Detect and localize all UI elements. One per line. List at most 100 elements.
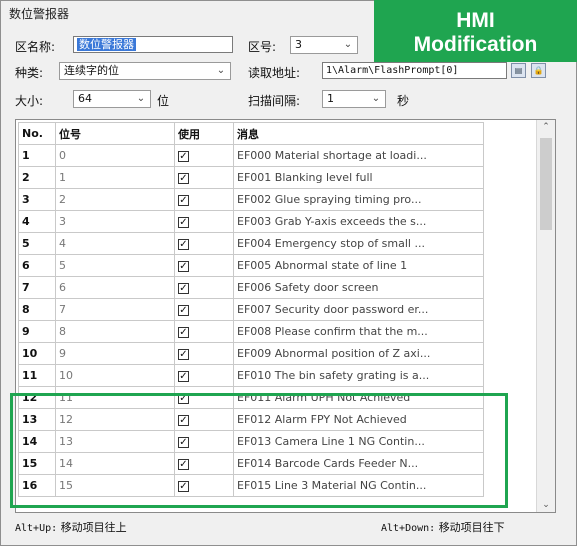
header-bit[interactable]: 位号 (55, 122, 175, 145)
lock-icon[interactable]: 🔒 (531, 63, 546, 78)
table-row[interactable]: 12 11 ✓ EF011 Alarm UPH Not Achieved (18, 386, 484, 409)
enable-cell[interactable]: ✓ (174, 276, 234, 299)
enable-cell[interactable]: ✓ (174, 232, 234, 255)
size-select[interactable]: 64 ⌄ (73, 90, 151, 108)
bit-number-cell[interactable]: 5 (55, 254, 175, 277)
enable-checkbox[interactable]: ✓ (178, 305, 189, 316)
enable-checkbox[interactable]: ✓ (178, 283, 189, 294)
type-select[interactable]: 连续字的位 ⌄ (59, 62, 231, 80)
bit-number-cell[interactable]: 14 (55, 452, 175, 475)
table-row[interactable]: 4 3 ✓ EF003 Grab Y-axis exceeds the s... (18, 210, 484, 233)
name-label: 区名称: (15, 40, 56, 54)
enable-cell[interactable]: ✓ (174, 320, 234, 343)
name-input[interactable]: 数位警报器 (73, 36, 233, 53)
table-row[interactable]: 10 9 ✓ EF009 Abnormal position of Z axi... (18, 342, 484, 365)
message-cell[interactable]: EF003 Grab Y-axis exceeds the s... (233, 210, 484, 233)
scroll-down-icon[interactable]: ⌄ (537, 500, 555, 510)
enable-checkbox[interactable]: ✓ (178, 173, 189, 184)
table-row[interactable]: 15 14 ✓ EF014 Barcode Cards Feeder N... (18, 452, 484, 475)
table-row[interactable]: 7 6 ✓ EF006 Safety door screen (18, 276, 484, 299)
enable-checkbox[interactable]: ✓ (178, 393, 189, 404)
bit-number-cell[interactable]: 2 (55, 188, 175, 211)
chevron-down-icon: ⌄ (371, 93, 381, 104)
scrollbar-thumb[interactable] (540, 138, 552, 230)
enable-cell[interactable]: ✓ (174, 342, 234, 365)
message-cell[interactable]: EF007 Security door password er... (233, 298, 484, 321)
enable-checkbox[interactable]: ✓ (178, 239, 189, 250)
enable-cell[interactable]: ✓ (174, 386, 234, 409)
enable-checkbox[interactable]: ✓ (178, 151, 189, 162)
scan-interval-select[interactable]: 1 ⌄ (322, 90, 386, 108)
bit-number-cell[interactable]: 10 (55, 364, 175, 387)
message-cell[interactable]: EF011 Alarm UPH Not Achieved (233, 386, 484, 409)
enable-cell[interactable]: ✓ (174, 430, 234, 453)
vertical-scrollbar[interactable]: ⌃ ⌄ (536, 120, 555, 512)
enable-checkbox[interactable]: ✓ (178, 217, 189, 228)
header-no[interactable]: No. (18, 122, 56, 145)
table-row[interactable]: 5 4 ✓ EF004 Emergency stop of small ... (18, 232, 484, 255)
table-row[interactable]: 11 10 ✓ EF010 The bin safety grating is a..… (18, 364, 484, 387)
message-cell[interactable]: EF014 Barcode Cards Feeder N... (233, 452, 484, 475)
enable-cell[interactable]: ✓ (174, 452, 234, 475)
enable-checkbox[interactable]: ✓ (178, 437, 189, 448)
enable-checkbox[interactable]: ✓ (178, 349, 189, 360)
enable-cell[interactable]: ✓ (174, 254, 234, 277)
message-cell[interactable]: EF005 Abnormal state of line 1 (233, 254, 484, 277)
type-select-value: 连续字的位 (64, 64, 119, 77)
table-row[interactable]: 1 0 ✓ EF000 Material shortage at loadi... (18, 144, 484, 167)
table-row[interactable]: 16 15 ✓ EF015 Line 3 Material NG Contin... (18, 474, 484, 497)
enable-cell[interactable]: ✓ (174, 188, 234, 211)
message-cell[interactable]: EF009 Abnormal position of Z axi... (233, 342, 484, 365)
table-row[interactable]: 14 13 ✓ EF013 Camera Line 1 NG Contin... (18, 430, 484, 453)
table-row[interactable]: 13 12 ✓ EF012 Alarm FPY Not Achieved (18, 408, 484, 431)
enable-cell[interactable]: ✓ (174, 144, 234, 167)
bit-number-cell[interactable]: 8 (55, 320, 175, 343)
message-cell[interactable]: EF013 Camera Line 1 NG Contin... (233, 430, 484, 453)
bit-number-cell[interactable]: 12 (55, 408, 175, 431)
zone-select[interactable]: 3 ⌄ (290, 36, 358, 54)
enable-cell[interactable]: ✓ (174, 166, 234, 189)
enable-checkbox[interactable]: ✓ (178, 195, 189, 206)
enable-checkbox[interactable]: ✓ (178, 261, 189, 272)
enable-checkbox[interactable]: ✓ (178, 481, 189, 492)
enable-cell[interactable]: ✓ (174, 298, 234, 321)
table-row[interactable]: 8 7 ✓ EF007 Security door password er... (18, 298, 484, 321)
table-row[interactable]: 3 2 ✓ EF002 Glue spraying timing pro... (18, 188, 484, 211)
enable-checkbox[interactable]: ✓ (178, 459, 189, 470)
bit-number-cell[interactable]: 0 (55, 144, 175, 167)
message-cell[interactable]: EF001 Blanking level full (233, 166, 484, 189)
bit-number-cell[interactable]: 3 (55, 210, 175, 233)
read-address-input[interactable]: 1\Alarm\FlashPrompt[0] (322, 62, 507, 79)
bit-number-cell[interactable]: 6 (55, 276, 175, 299)
message-cell[interactable]: EF002 Glue spraying timing pro... (233, 188, 484, 211)
enable-cell[interactable]: ✓ (174, 408, 234, 431)
bit-number-cell[interactable]: 4 (55, 232, 175, 255)
bit-number-cell[interactable]: 15 (55, 474, 175, 497)
message-cell[interactable]: EF015 Line 3 Material NG Contin... (233, 474, 484, 497)
address-browse-icon[interactable]: ▤ (511, 63, 526, 78)
scroll-up-icon[interactable]: ⌃ (537, 122, 555, 132)
enable-cell[interactable]: ✓ (174, 210, 234, 233)
bit-number-cell[interactable]: 7 (55, 298, 175, 321)
table-row[interactable]: 6 5 ✓ EF005 Abnormal state of line 1 (18, 254, 484, 277)
enable-cell[interactable]: ✓ (174, 364, 234, 387)
bit-number-cell[interactable]: 9 (55, 342, 175, 365)
enable-checkbox[interactable]: ✓ (178, 327, 189, 338)
enable-cell[interactable]: ✓ (174, 474, 234, 497)
bit-number-cell[interactable]: 13 (55, 430, 175, 453)
message-cell[interactable]: EF004 Emergency stop of small ... (233, 232, 484, 255)
message-cell[interactable]: EF010 The bin safety grating is a... (233, 364, 484, 387)
message-cell[interactable]: EF008 Please confirm that the m... (233, 320, 484, 343)
message-cell[interactable]: EF000 Material shortage at loadi... (233, 144, 484, 167)
header-use[interactable]: 使用 (174, 122, 234, 145)
alarm-message-table[interactable]: No. 位号 使用 消息 1 0 ✓ EF000 Material shortage … (15, 119, 556, 513)
message-cell[interactable]: EF006 Safety door screen (233, 276, 484, 299)
bit-number-cell[interactable]: 1 (55, 166, 175, 189)
bit-number-cell[interactable]: 11 (55, 386, 175, 409)
header-message[interactable]: 消息 (233, 122, 484, 145)
table-row[interactable]: 9 8 ✓ EF008 Please confirm that the m... (18, 320, 484, 343)
table-row[interactable]: 2 1 ✓ EF001 Blanking level full (18, 166, 484, 189)
enable-checkbox[interactable]: ✓ (178, 415, 189, 426)
message-cell[interactable]: EF012 Alarm FPY Not Achieved (233, 408, 484, 431)
enable-checkbox[interactable]: ✓ (178, 371, 189, 382)
